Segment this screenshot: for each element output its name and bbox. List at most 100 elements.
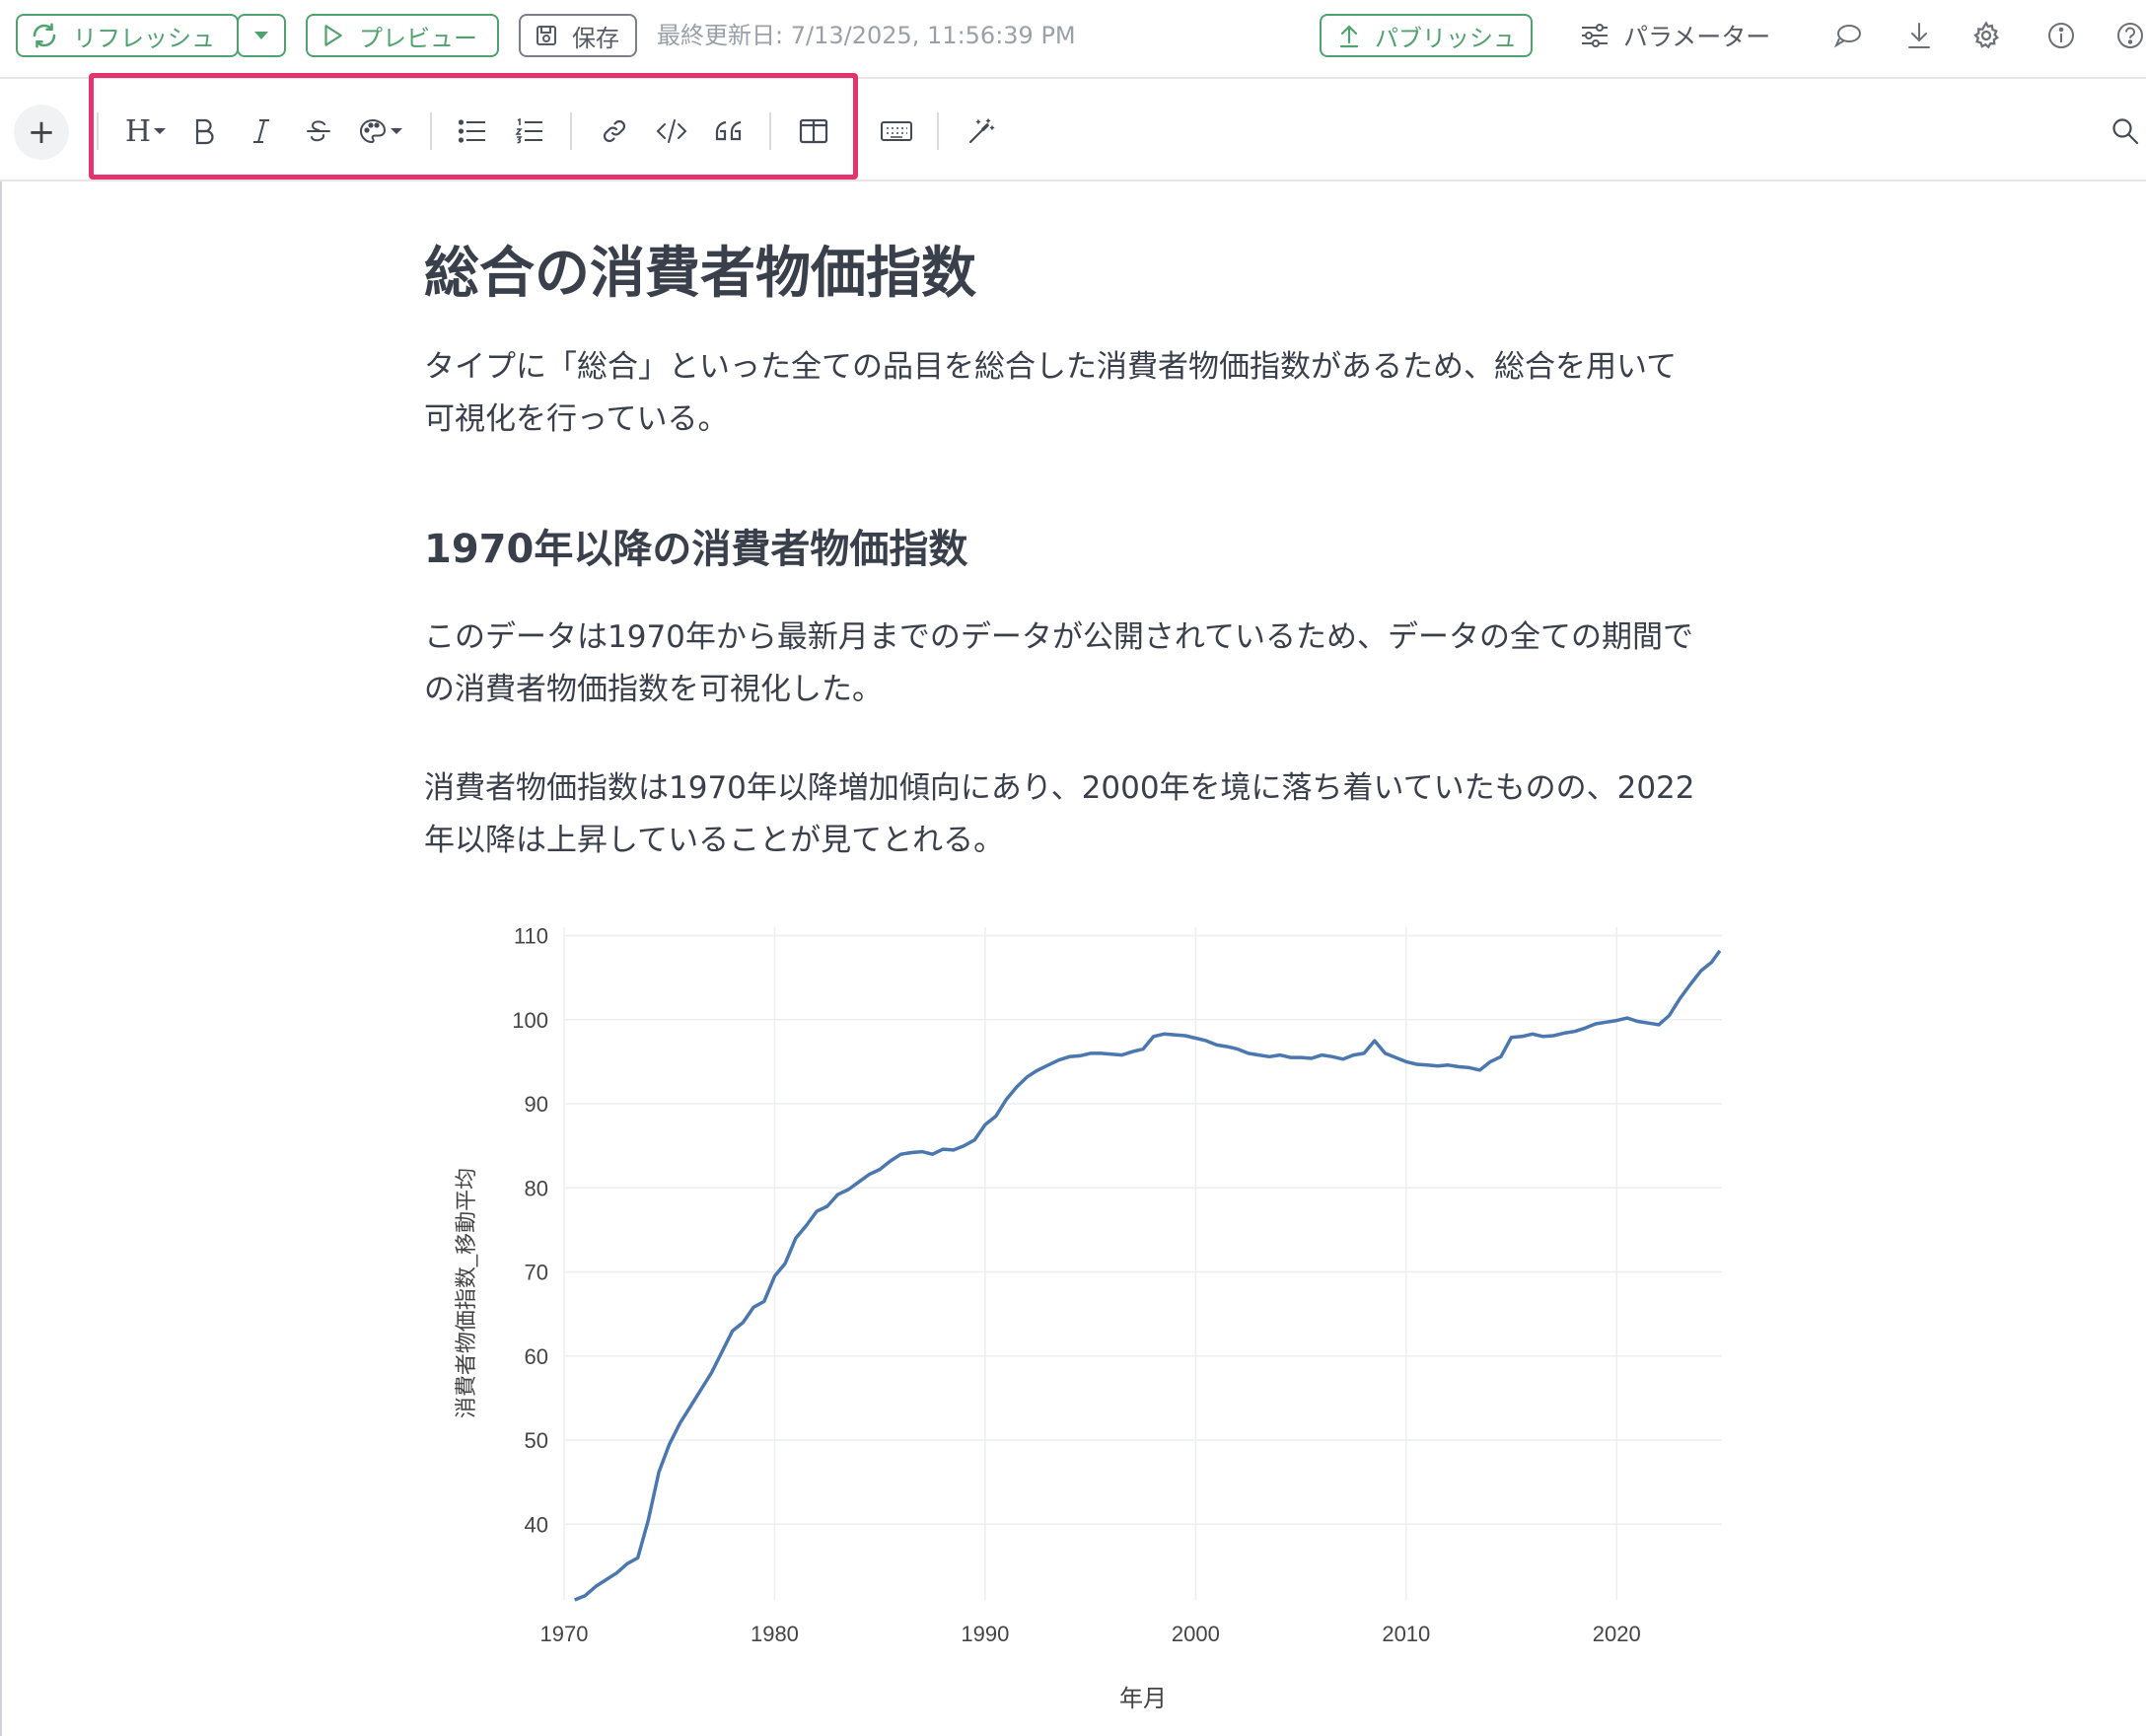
y-tick-label: 90 [525,1092,548,1117]
top-bar: リフレッシュ プレビュー 保存 最終更新日: 7/13/2025, 11:56:… [0,0,2146,79]
paragraph-3-line-2: 年以降は上昇していることが見てとれる。 [424,823,1005,858]
italic-icon [253,119,269,143]
refresh-icon [33,23,56,48]
bold-button[interactable] [181,108,227,154]
publish-label: パブリッシュ [1375,24,1517,52]
keyboard-icon [881,121,912,141]
refresh-dropdown-button[interactable] [237,14,286,57]
columns-button[interactable] [791,108,836,154]
page-title: 総合の消費者物価指数 [424,242,976,306]
preview-button[interactable]: プレビュー [306,14,499,57]
paragraph-2: このデータは1970年から最新月までのデータが公開されているため、データの全ての… [424,612,1765,716]
section-heading: 1970年以降の消費者物価指数 [424,527,968,572]
y-tick-label: 70 [525,1261,548,1285]
heading-icon: H [124,113,152,149]
y-tick-label: 40 [525,1512,548,1537]
upload-icon [1339,25,1359,48]
palette-icon [359,118,387,144]
italic-button[interactable] [239,108,284,154]
refresh-button[interactable]: リフレッシュ [16,14,239,57]
keyboard-shortcuts-button[interactable] [874,108,919,154]
x-tick-label: 2000 [1172,1622,1220,1646]
download-icon [1908,23,1930,48]
left-border [0,181,2,1736]
search-icon [2112,118,2139,145]
publish-button[interactable]: パブリッシュ [1320,14,1533,57]
preview-label: プレビュー [359,24,477,52]
cpi-line-chart: 40 50 60 70 80 90 100 110 1970 1980 1990 2000 2010 2… [454,927,1722,1712]
info-icon [2048,23,2074,48]
caret-down-icon [391,128,402,134]
paragraph-1-line-1: タイプに「総合」といった全ての品目を総合した消費者物価指数があるため、総合を用い… [424,349,1678,385]
sliders-icon [1582,24,1608,47]
x-tick-label: 1980 [751,1622,799,1646]
x-tick-label: 2010 [1382,1622,1430,1646]
paragraph-2-line-2: の消費者物価指数を可視化した。 [424,672,883,707]
heading-button[interactable]: H [118,108,174,154]
y-tick-label: 80 [525,1176,548,1200]
bullet-list-icon [458,119,485,143]
quote-button[interactable] [706,108,751,154]
save-button[interactable]: 保存 [519,14,637,57]
cpi-series-line [574,949,1722,1602]
x-tick-labels: 1970 1980 1990 2000 2010 2020 [540,1622,1641,1646]
y-tick-labels: 40 50 60 70 80 90 100 110 [512,927,548,1537]
comment-button[interactable] [1828,16,1868,55]
last-updated-text: 最終更新日: 7/13/2025, 11:56:39 PM [657,22,1076,49]
toolbar-divider [769,112,771,150]
strikethrough-icon [307,120,330,142]
link-button[interactable] [592,108,637,154]
y-tick-label: 50 [525,1428,548,1453]
info-button[interactable] [2041,16,2081,55]
save-icon [536,26,556,45]
toolbar-divider [937,112,939,150]
link-icon [603,119,626,143]
gear-icon [1973,21,1999,49]
toolbar-divider [430,112,432,150]
paragraph-2-line-1: このデータは1970年から最新月までのデータが公開されているため、データの全ての… [424,619,1693,655]
save-label: 保存 [572,24,619,52]
settings-button[interactable] [1967,16,2006,55]
refresh-label: リフレッシュ [73,24,215,52]
color-button[interactable] [355,108,406,154]
y-gridlines [564,934,1722,1526]
y-axis-label: 消費者物価指数_移動平均 [454,1168,478,1418]
toolbar-divider [570,112,572,150]
quote-icon [715,120,742,141]
help-icon [2117,23,2143,48]
help-button[interactable] [2110,16,2146,55]
magic-wand-icon [968,118,995,144]
paragraph-3: 消費者物価指数は1970年以降増加傾向にあり、2000年を境に落ち着いていたもの… [424,762,1765,867]
caret-down-icon [254,32,268,39]
y-tick-label: 60 [525,1344,548,1369]
x-axis-label: 年月 [1119,1686,1167,1712]
columns-icon [799,118,828,144]
editor-toolbar: + H [0,79,2146,181]
y-tick-label: 100 [512,1008,548,1033]
plus-icon: + [27,112,56,152]
x-tick-label: 1970 [540,1622,589,1646]
play-icon [324,25,342,46]
paragraph-3-line-1: 消費者物価指数は1970年以降増加傾向にあり、2000年を境に落ち着いていたもの… [424,770,1695,806]
paragraph-1: タイプに「総合」といった全ての品目を総合した消費者物価指数があるため、総合を用い… [424,341,1765,446]
code-icon [656,119,687,143]
numbered-list-button[interactable] [507,108,552,154]
x-gridlines [563,927,1618,1600]
caret-down-icon [154,128,167,134]
download-button[interactable] [1899,16,1939,55]
x-tick-label: 2020 [1593,1622,1641,1646]
parameters-button[interactable]: パラメーター [1580,16,1770,55]
bold-icon [195,118,214,145]
parameters-label: パラメーター [1623,23,1771,51]
add-block-button[interactable]: + [14,105,69,160]
ai-assist-button[interactable] [959,108,1004,154]
comment-icon [1833,25,1861,48]
strikethrough-button[interactable] [296,108,341,154]
search-button[interactable] [2103,108,2146,154]
code-button[interactable] [649,108,694,154]
bullet-list-button[interactable] [450,108,495,154]
numbered-list-icon [515,118,542,144]
paragraph-1-line-2: 可視化を行っている。 [424,401,729,437]
y-tick-label: 110 [514,927,548,949]
toolbar-divider [97,112,99,150]
